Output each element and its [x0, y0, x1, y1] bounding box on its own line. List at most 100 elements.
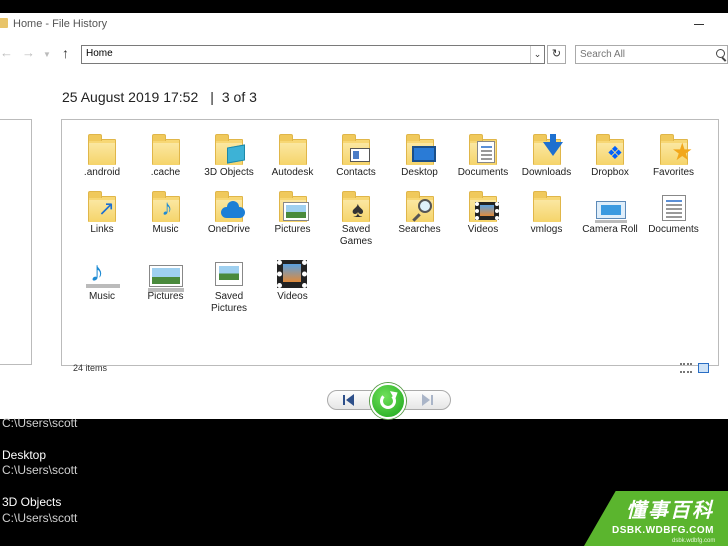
shortcut-path: C:\Users\scott — [2, 416, 78, 430]
restore-button[interactable] — [370, 383, 406, 419]
large-icons-view-icon[interactable] — [698, 363, 709, 373]
file-item[interactable]: vmlogs — [517, 189, 577, 236]
watermark-subtext: dsbk.wdbfg.com — [672, 538, 716, 544]
documents-folder-icon — [465, 132, 501, 166]
file-item[interactable]: Pictures — [263, 189, 323, 236]
forward-arrow-icon[interactable]: → — [22, 45, 35, 61]
links-folder-icon: ↗ — [84, 189, 120, 223]
file-item[interactable]: ★ Favorites — [644, 132, 704, 179]
snapshot-date: 25 August 2019 17:52 — [62, 89, 199, 105]
videos-folder-icon — [465, 189, 501, 223]
file-item-label: Pictures — [274, 224, 311, 235]
file-item[interactable]: .cache — [136, 132, 196, 179]
file-item-label: Autodesk — [271, 167, 314, 178]
pictures-library-icon — [147, 256, 184, 292]
folder-icon — [84, 132, 120, 166]
file-item-label: Contacts — [336, 167, 376, 178]
files-panel: .android .cache 3D Objects Autodesk Contacts… — [61, 119, 719, 373]
file-item-label: Desktop — [401, 167, 438, 178]
file-item[interactable]: Autodesk — [263, 132, 323, 179]
file-item[interactable]: Videos — [453, 189, 513, 236]
file-item-label: Favorites — [652, 167, 695, 178]
minimize-button[interactable] — [690, 13, 710, 35]
videos-library-icon — [275, 256, 311, 290]
file-item[interactable]: ♪ Music — [136, 189, 196, 236]
file-item-label: Pictures — [147, 291, 184, 302]
watermark-url: DSBK.WDBFG.COM — [612, 525, 714, 536]
file-item[interactable]: Downloads — [517, 132, 577, 179]
saved-pictures-icon — [211, 256, 247, 290]
previous-snapshot-panel[interactable] — [0, 119, 32, 365]
chevron-down-icon[interactable]: ⌄ — [530, 46, 544, 63]
folder-icon — [0, 18, 8, 28]
folder-icon — [148, 132, 184, 166]
folder-icon — [275, 132, 311, 166]
file-item[interactable]: 3D Objects — [199, 132, 259, 179]
file-item-label: Documents — [457, 167, 509, 178]
snapshot-separator: | — [210, 89, 214, 105]
item-count: 24 items — [73, 363, 108, 373]
next-version-button[interactable] — [421, 394, 437, 406]
shortcut-path: C:\Users\scott — [2, 511, 78, 525]
file-item-label: vmlogs — [530, 224, 563, 235]
file-item[interactable]: Videos — [263, 256, 323, 303]
file-item[interactable]: Contacts — [326, 132, 386, 179]
file-item-label: .cache — [150, 167, 181, 178]
downloads-folder-icon — [529, 132, 565, 166]
file-item-label: Documents — [648, 224, 699, 235]
shortcut-path: C:\Users\scott — [2, 463, 78, 477]
file-item-label: OneDrive — [207, 224, 251, 235]
file-item[interactable]: ↗ Links — [72, 189, 132, 236]
file-item[interactable]: ❖ Dropbox — [580, 132, 640, 179]
file-item-label: Camera Roll — [582, 224, 638, 235]
search-box[interactable] — [575, 45, 728, 64]
file-item[interactable]: .android — [72, 132, 132, 179]
title-bar: Home - File History — [0, 13, 728, 35]
shortcut-name[interactable]: 3D Objects — [2, 495, 61, 509]
shortcut-name[interactable]: Desktop — [2, 448, 46, 462]
file-item-label: Dropbox — [591, 167, 629, 178]
file-item[interactable]: ♠ Saved Games — [326, 189, 386, 248]
file-item[interactable]: ♪ Music — [72, 256, 132, 303]
searches-folder-icon — [402, 189, 438, 223]
file-item[interactable]: Saved Pictures — [199, 256, 259, 315]
dropbox-folder-icon: ❖ — [592, 132, 628, 166]
file-item[interactable]: Pictures — [136, 256, 196, 303]
file-item-label: Searches — [398, 224, 441, 235]
snapshot-header: 25 August 2019 17:52 | 3 of 3 — [62, 89, 257, 105]
file-history-window: Home - File History ← → ▼ ↑ Home ⌄ ↻ 25 … — [0, 13, 728, 419]
onedrive-folder-icon — [211, 189, 247, 223]
3d-objects-folder-icon — [211, 132, 247, 166]
pictures-folder-icon — [275, 189, 311, 223]
navigation-bar: ← → ▼ ↑ Home ⌄ ↻ — [0, 41, 728, 67]
recent-locations-chevron-icon[interactable]: ▼ — [43, 47, 51, 63]
file-item[interactable]: Documents — [453, 132, 513, 179]
playback-controls — [327, 383, 451, 419]
restore-icon — [380, 393, 396, 409]
refresh-button[interactable]: ↻ — [547, 45, 566, 64]
file-item-label: .android — [83, 167, 121, 178]
watermark-logo: 懂事百科 — [626, 500, 714, 522]
saved-games-folder-icon: ♠ — [338, 189, 374, 223]
desktop-folder-icon — [402, 132, 438, 166]
watermark: 懂事百科 DSBK.WDBFG.COM dsbk.wdbfg.com — [584, 491, 728, 546]
address-bar[interactable]: Home ⌄ — [81, 45, 545, 64]
details-view-icon[interactable] — [680, 363, 692, 373]
previous-version-button[interactable] — [341, 394, 357, 406]
file-item-label: 3D Objects — [204, 167, 254, 178]
folder-icon — [529, 189, 565, 223]
file-item[interactable]: Camera Roll — [580, 189, 640, 236]
file-item[interactable]: Documents — [644, 189, 704, 236]
search-input[interactable] — [576, 46, 712, 63]
camera-roll-icon — [592, 189, 628, 223]
up-arrow-icon[interactable]: ↑ — [62, 45, 69, 61]
search-icon[interactable] — [716, 49, 725, 58]
back-arrow-icon[interactable]: ← — [0, 45, 13, 61]
file-item[interactable]: Searches — [390, 189, 450, 236]
favorites-folder-icon: ★ — [656, 132, 693, 166]
file-item[interactable]: Desktop — [390, 132, 450, 179]
top-black-bar — [0, 0, 728, 13]
file-item[interactable]: OneDrive — [199, 189, 259, 236]
music-folder-icon: ♪ — [148, 189, 184, 223]
music-library-icon: ♪ — [86, 256, 120, 288]
